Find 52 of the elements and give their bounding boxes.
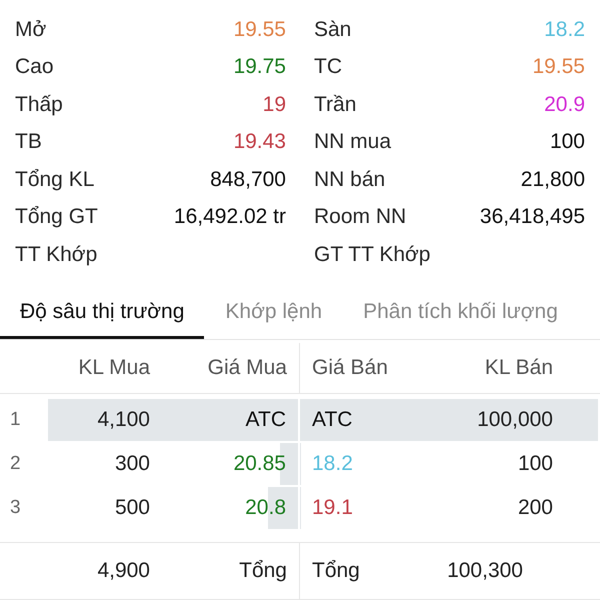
column-header: Giá Mua [206, 356, 288, 380]
tab[interactable]: Khớp lệnh [204, 292, 344, 338]
column-header: KL Mua [77, 356, 150, 380]
total-value: 100,300 [446, 558, 524, 582]
stat-value: 18.2 [544, 18, 585, 42]
table-cell-text: 500 [114, 496, 150, 520]
row-index: 3 [10, 496, 21, 518]
row-index: 2 [10, 452, 21, 474]
table-cell-text: ATC [311, 408, 354, 432]
table-cell-text: 200 [516, 496, 554, 520]
stat-label: Thấp [15, 92, 63, 117]
stat-label: TC [314, 55, 342, 80]
stat-label: Trần [314, 92, 356, 117]
stat-value: 19.55 [233, 18, 286, 42]
stat-label: TB [15, 130, 42, 154]
table-cell-text: 4,100 [96, 408, 150, 432]
stat-value: 16,492.02 tr [174, 205, 286, 230]
stat-label: Mở [15, 18, 46, 42]
table-cell-text: 19.1 [311, 496, 354, 520]
total-label: Tổng [311, 558, 361, 582]
stat-label: GT TT Khớp [314, 242, 430, 267]
stat-label: Tổng GT [15, 205, 98, 230]
stat-value: 36,418,495 [480, 205, 585, 230]
table-cell-text: 300 [114, 452, 150, 476]
row-index: 1 [10, 408, 21, 430]
tab[interactable]: Độ sâu thị trường [0, 292, 204, 338]
column-header: Giá Bán [311, 356, 389, 380]
table-cell-text: 20.8 [244, 496, 287, 520]
stat-value: 20.9 [544, 92, 585, 117]
stat-label: Room NN [314, 205, 406, 230]
stat-value: 19.43 [233, 130, 286, 154]
total-label: Tổng [238, 558, 288, 582]
table-cell-text: 100,000 [476, 408, 554, 432]
stat-label: NN mua [314, 130, 392, 154]
stat-value: 21,800 [520, 168, 585, 192]
table-cell-text: 18.2 [311, 452, 354, 476]
stat-value: 19.75 [233, 55, 286, 80]
table-cell-text: 100 [516, 452, 554, 476]
tab[interactable]: Phân tích khối lượng [343, 292, 568, 338]
column-header: KL Bán [484, 356, 554, 380]
stat-label: Sàn [314, 18, 352, 42]
total-value: 4,900 [96, 558, 150, 582]
stat-label: Tổng KL [15, 168, 94, 192]
stat-value: 19 [262, 92, 286, 117]
stat-label: NN bán [314, 168, 386, 192]
table-cell-text: ATC [244, 408, 287, 432]
stat-label: Cao [15, 55, 54, 80]
table-cell-text: 20.85 [232, 452, 287, 476]
stat-value: 848,700 [210, 168, 286, 192]
stat-label: TT Khớp [15, 242, 98, 267]
stat-value: 19.55 [532, 55, 585, 80]
stat-value: 100 [550, 130, 585, 154]
